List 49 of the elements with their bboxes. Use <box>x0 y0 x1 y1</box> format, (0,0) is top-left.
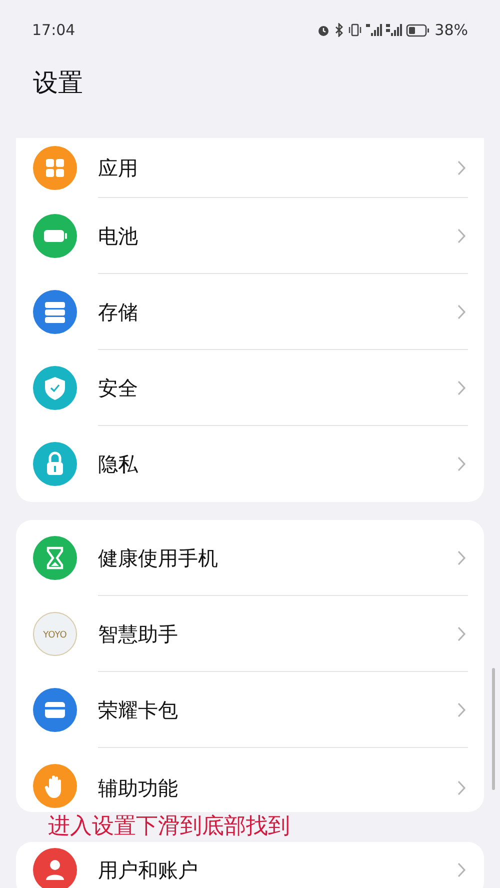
settings-row[interactable]: YOYO 智慧助手 <box>16 596 484 672</box>
status-time: 17:04 <box>32 20 76 41</box>
settings-label: 存储 <box>98 298 139 326</box>
settings-label: 隐私 <box>98 451 139 478</box>
settings-label: 用户和账户 <box>98 857 199 884</box>
settings-row[interactable]: 荣耀卡包 <box>16 672 484 748</box>
settings-label: 荣耀卡包 <box>98 696 179 724</box>
grid-icon <box>33 146 77 190</box>
settings-row[interactable]: 应用 <box>16 138 484 198</box>
battery-icon <box>406 24 430 36</box>
chevron-icon <box>457 456 466 472</box>
chevron-icon <box>457 380 466 396</box>
settings-label: 应用 <box>98 154 139 182</box>
settings-label: 辅助功能 <box>98 775 179 802</box>
signal-icon <box>386 23 402 37</box>
settings-row[interactable]: 辅助功能 <box>16 748 484 812</box>
hourglass-icon <box>33 536 77 580</box>
card-icon <box>33 688 77 732</box>
chevron-icon <box>457 550 466 566</box>
settings-label: 智慧助手 <box>98 620 179 648</box>
storage-icon <box>33 290 77 334</box>
chevron-icon <box>457 228 466 244</box>
settings-row[interactable]: 隐私 <box>16 426 484 502</box>
settings-label: 安全 <box>98 374 139 402</box>
chevron-icon <box>457 862 466 878</box>
settings-row[interactable]: 电池 <box>16 198 484 274</box>
assistant-logo-icon: YOYO <box>33 612 77 656</box>
caption-text: 进入设置下滑到底部找到 <box>47 813 291 841</box>
lock-icon <box>33 442 77 486</box>
battery-percentage: 38% <box>434 20 468 41</box>
chevron-icon <box>457 160 466 176</box>
page-title: 设置 <box>32 67 84 99</box>
settings-label: 电池 <box>98 222 139 250</box>
settings-row[interactable]: 存储 <box>16 274 484 350</box>
alarm-icon <box>316 24 330 36</box>
hand-icon <box>33 764 77 808</box>
shield-icon <box>33 366 77 410</box>
chevron-icon <box>457 304 466 320</box>
chevron-icon <box>457 780 466 796</box>
bluetooth-icon <box>334 23 344 37</box>
settings-row[interactable]: 安全 <box>16 350 484 426</box>
settings-row[interactable]: 用户和账户 <box>16 842 484 888</box>
signal-icon <box>366 23 382 37</box>
chevron-icon <box>457 702 466 718</box>
settings-label: 健康使用手机 <box>98 544 219 572</box>
vibrate-icon <box>348 23 362 37</box>
battery-icon <box>33 214 77 258</box>
chevron-icon <box>457 626 466 642</box>
settings-row[interactable]: 健康使用手机 <box>16 520 484 596</box>
